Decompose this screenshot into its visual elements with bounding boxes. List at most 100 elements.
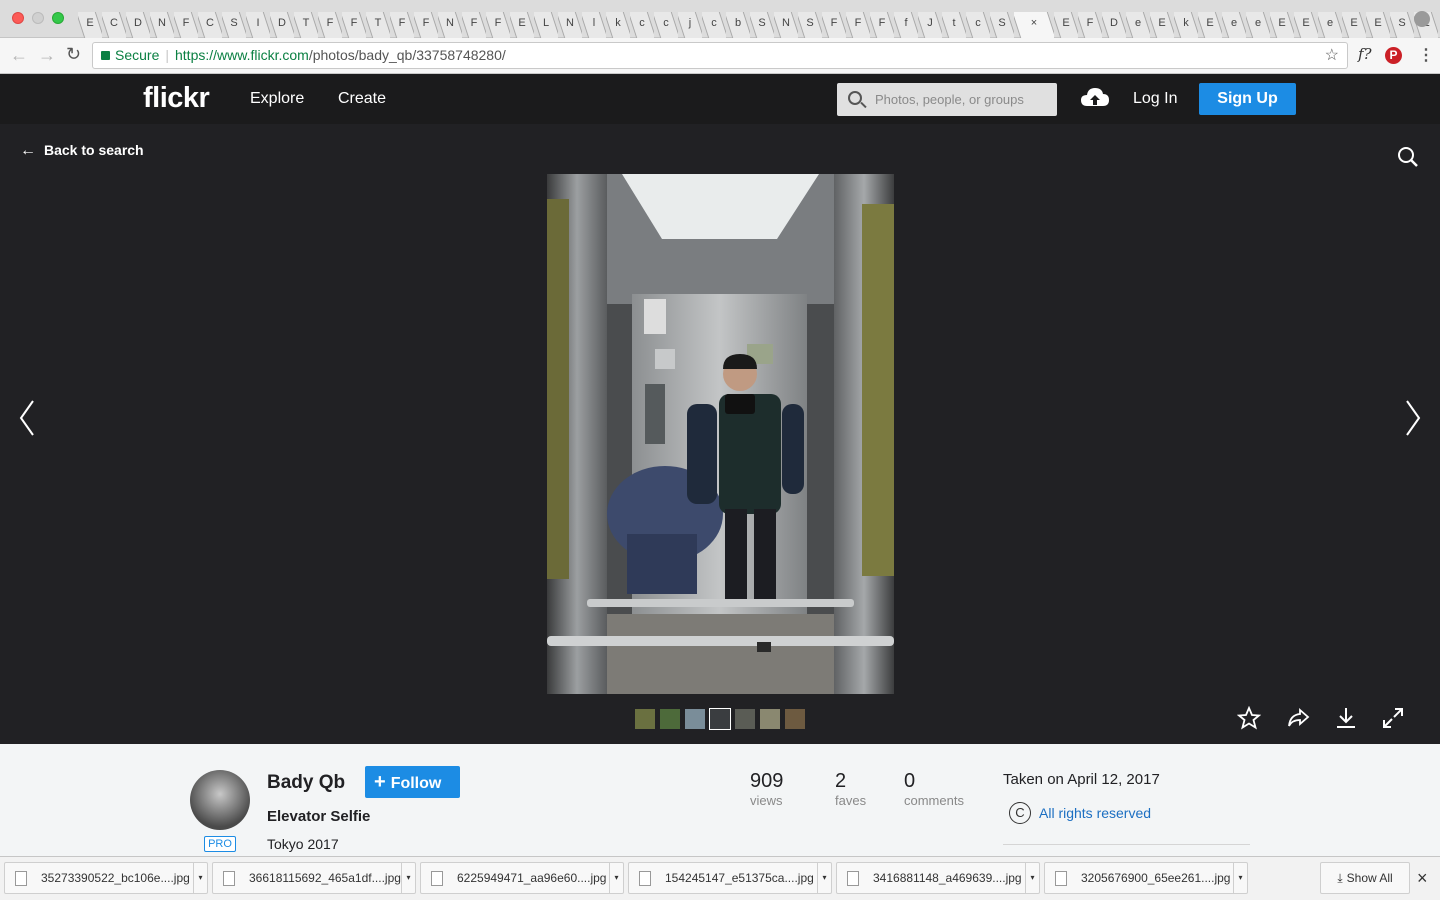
browser-tab[interactable]: L [534,8,558,38]
filmstrip-thumb[interactable] [735,709,755,729]
browser-tab[interactable]: S [222,8,246,38]
filmstrip-thumb[interactable] [785,709,805,729]
reload-icon[interactable]: ↻ [66,44,81,65]
browser-tab[interactable]: S [798,8,822,38]
viewer-search-icon[interactable] [1397,146,1419,168]
download-item[interactable]: 154245147_e51375ca....jpg ▾ [628,862,832,894]
browser-tab[interactable]: t [942,8,966,38]
browser-tab[interactable]: F [1078,8,1102,38]
chevron-down-icon[interactable]: ▾ [401,863,415,893]
browser-tab[interactable]: J [918,8,942,38]
browser-tab[interactable]: k [606,8,630,38]
avatar[interactable] [190,770,250,830]
browser-tab[interactable]: N [558,8,582,38]
search-input[interactable]: Photos, people, or groups [875,92,1024,107]
back-arrow-icon[interactable]: ← [10,45,28,66]
browser-tab[interactable]: c [966,8,990,38]
next-photo-arrow[interactable] [1404,399,1422,437]
chevron-down-icon[interactable]: ▾ [193,863,207,893]
browser-tab[interactable]: S [1390,8,1414,38]
browser-tab[interactable]: f [894,8,918,38]
browser-tab[interactable]: c [702,8,726,38]
browser-tab[interactable]: F [390,8,414,38]
browser-tab[interactable]: F [174,8,198,38]
filmstrip-thumb[interactable] [635,709,655,729]
browser-tab[interactable]: e [1246,8,1270,38]
browser-tab[interactable]: c [630,8,654,38]
browser-tab[interactable]: S [750,8,774,38]
close-window-button[interactable] [12,12,24,24]
upload-cloud-icon[interactable] [1080,86,1110,110]
fonts-extension-icon[interactable]: f? [1358,45,1372,63]
browser-tab[interactable]: e [1126,8,1150,38]
browser-tab[interactable]: E [1294,8,1318,38]
login-link[interactable]: Log In [1133,90,1177,108]
browser-tab[interactable]: E [1366,8,1390,38]
browser-tab[interactable]: E [1270,8,1294,38]
main-photo[interactable] [547,174,894,694]
zoom-window-button[interactable] [52,12,64,24]
download-item[interactable]: 3416881148_a469639....jpg ▾ [836,862,1040,894]
address-bar[interactable]: Secure | https://www.flickr.com/photos/bad… [92,42,1348,69]
filmstrip-thumb[interactable] [660,709,680,729]
previous-photo-arrow[interactable] [18,399,36,437]
bookmark-star-icon[interactable]: ☆ [1325,43,1339,68]
browser-tab[interactable]: E [1342,8,1366,38]
browser-tab[interactable]: N [438,8,462,38]
profile-icon[interactable] [1414,11,1430,27]
browser-tab[interactable]: F [342,8,366,38]
browser-tab[interactable]: F [318,8,342,38]
browser-tab[interactable]: E [1150,8,1174,38]
browser-tab[interactable]: E [78,8,102,38]
show-all-button[interactable]: ⤓ Show All [1320,862,1410,894]
browser-tab[interactable]: F [822,8,846,38]
browser-tab[interactable]: T [366,8,390,38]
chevron-down-icon[interactable]: ▾ [609,863,623,893]
browser-tab[interactable]: N [150,8,174,38]
nav-create[interactable]: Create [338,90,386,108]
browser-tab[interactable]: c [654,8,678,38]
browser-tab[interactable]: D [1102,8,1126,38]
filmstrip-thumb[interactable] [709,708,731,730]
browser-tab[interactable]: e [1318,8,1342,38]
filmstrip-thumb[interactable] [685,709,705,729]
filmstrip-thumb[interactable] [760,709,780,729]
browser-tab[interactable]: T [294,8,318,38]
search-box[interactable]: Photos, people, or groups [837,83,1057,116]
browser-tab[interactable]: l [582,8,606,38]
close-downloads-icon[interactable]: × [1417,868,1428,889]
owner-name[interactable]: Bady Qb [267,772,345,794]
browser-tab[interactable]: D [126,8,150,38]
browser-tab[interactable]: j [678,8,702,38]
browser-tab[interactable]: × [1014,8,1054,38]
browser-tab[interactable]: F [846,8,870,38]
browser-tab[interactable]: E [1054,8,1078,38]
browser-tab[interactable]: F [870,8,894,38]
chevron-down-icon[interactable]: ▾ [817,863,831,893]
browser-tab[interactable]: F [462,8,486,38]
browser-tab[interactable]: F [414,8,438,38]
download-item[interactable]: 6225949471_aa96e60....jpg ▾ [420,862,624,894]
follow-button[interactable]: + Follow [365,766,460,798]
share-icon[interactable] [1286,706,1310,730]
chevron-down-icon[interactable]: ▾ [1233,863,1247,893]
browser-tab[interactable]: I [246,8,270,38]
browser-tab[interactable]: N [774,8,798,38]
browser-tab[interactable]: C [198,8,222,38]
browser-tab[interactable]: E [510,8,534,38]
browser-tab[interactable]: F [486,8,510,38]
signup-button[interactable]: Sign Up [1199,83,1296,115]
forward-arrow-icon[interactable]: → [38,45,56,66]
browser-tab[interactable]: E [1198,8,1222,38]
browser-tab[interactable]: b [726,8,750,38]
license-link[interactable]: All rights reserved [1039,805,1151,821]
flickr-logo[interactable]: flickr [143,82,210,115]
browser-tab[interactable]: k [1174,8,1198,38]
fave-star-icon[interactable] [1237,706,1261,730]
download-item[interactable]: 36618115692_465a1df....jpg ▾ [212,862,416,894]
download-item[interactable]: 35273390522_bc106e....jpg ▾ [4,862,208,894]
fullscreen-icon[interactable] [1381,706,1405,730]
back-to-search-link[interactable]: ← Back to search [20,142,144,160]
download-item[interactable]: 3205676900_65ee261....jpg ▾ [1044,862,1248,894]
browser-tab[interactable]: S [990,8,1014,38]
